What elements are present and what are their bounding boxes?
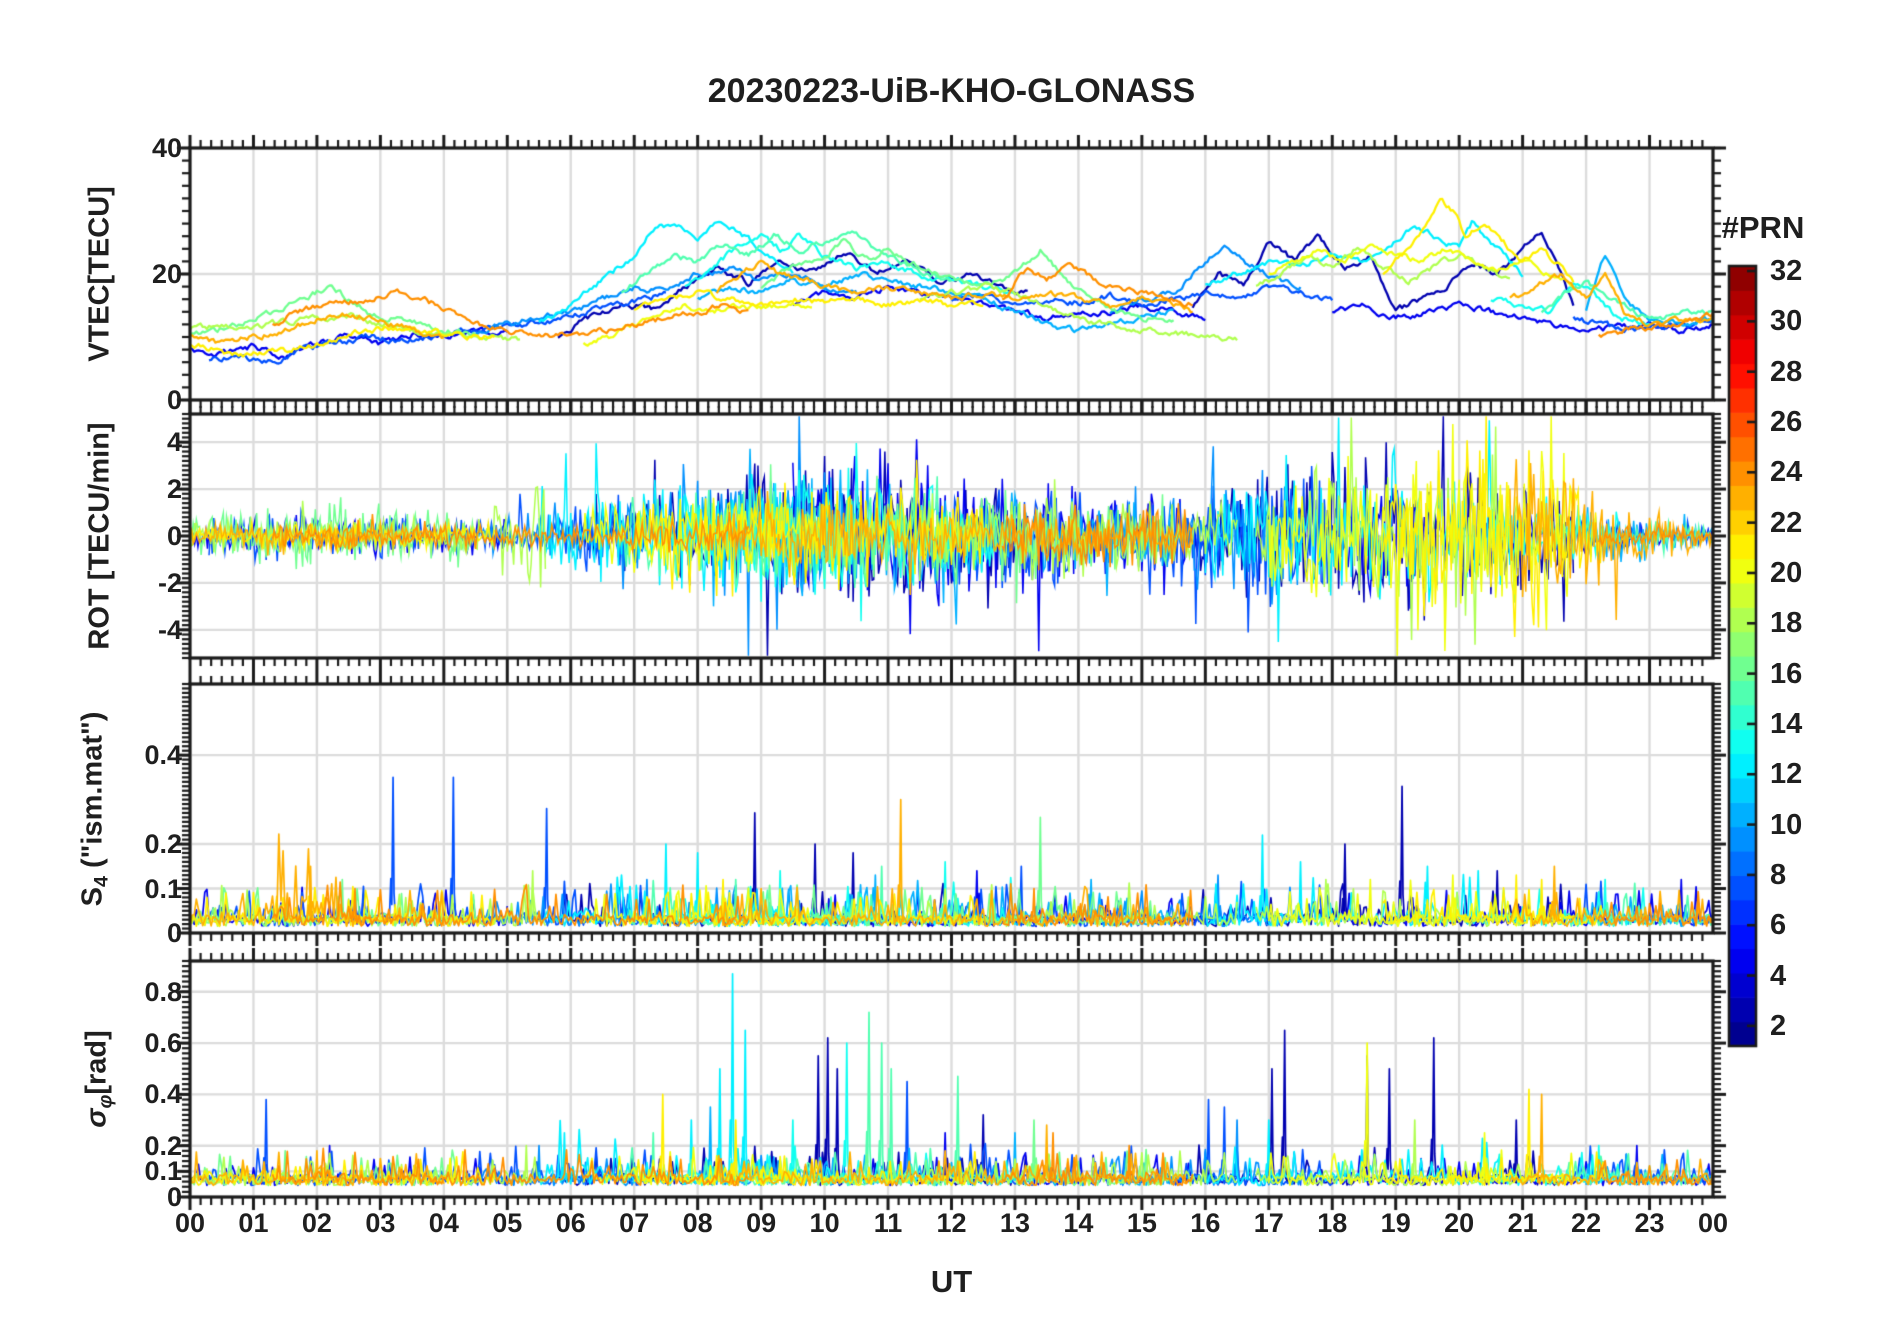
- x-tick-label: 01: [238, 1208, 269, 1238]
- colorbar-tick-label: 14: [1770, 707, 1803, 740]
- x-tick-label: 12: [936, 1208, 967, 1238]
- y-tick-label: 0.4: [144, 1079, 182, 1110]
- x-tick-label: 05: [492, 1208, 523, 1238]
- y-tick-label: 0.1: [144, 873, 182, 904]
- x-tick-label: 07: [619, 1208, 650, 1238]
- x-tick-label: 17: [1253, 1208, 1284, 1238]
- colorbar-tick-label: 28: [1770, 355, 1803, 388]
- x-tick-label: 18: [1317, 1208, 1348, 1238]
- x-tick-label: 00: [1697, 1208, 1729, 1238]
- colorbar-tick-label: 8: [1770, 858, 1787, 891]
- colorbar-tick-label: 32: [1770, 255, 1803, 288]
- figure-root: 20230223-UiB-KHO-GLONASS VTEC[TECU] ROT […: [0, 0, 1902, 1330]
- colorbar-tick-label: 16: [1770, 657, 1803, 690]
- x-tick-label: 10: [809, 1208, 840, 1238]
- x-tick-label: 02: [301, 1208, 332, 1238]
- x-tick-label: 19: [1380, 1208, 1411, 1238]
- colorbar-tick-label: 12: [1770, 758, 1803, 791]
- x-tick-label: 06: [555, 1208, 586, 1238]
- y-tick-label: -4: [157, 614, 182, 645]
- x-tick-label: 15: [1126, 1208, 1157, 1238]
- chart-title: 20230223-UiB-KHO-GLONASS: [707, 72, 1196, 110]
- y-tick-label: 0: [166, 521, 182, 551]
- x-tick-label: 03: [365, 1208, 396, 1238]
- x-tick-label: 22: [1571, 1208, 1602, 1238]
- x-tick-label: 09: [746, 1208, 777, 1238]
- y-tick-label: 0.2: [144, 1130, 182, 1161]
- colorbar-tick-label: 10: [1770, 808, 1803, 841]
- y-tick-label: 0.8: [144, 976, 182, 1007]
- x-tick-label: 04: [428, 1208, 459, 1238]
- x-tick-label: 16: [1190, 1208, 1221, 1238]
- colorbar-tick-label: 22: [1770, 506, 1803, 539]
- colorbar-tick-label: 24: [1770, 456, 1803, 489]
- x-tick-label: 11: [873, 1208, 903, 1238]
- colorbar-tick-label: 6: [1770, 909, 1787, 942]
- x-axis-label: UT: [930, 1264, 973, 1299]
- y-tick-label: 40: [151, 133, 182, 163]
- colorbar-title: #PRN: [1721, 210, 1805, 245]
- x-tick-label: 00: [174, 1208, 206, 1238]
- colorbar-tick-label: 26: [1770, 406, 1803, 438]
- x-tick-label: 23: [1634, 1208, 1665, 1238]
- colorbar-tick-label: 20: [1770, 556, 1803, 589]
- chart-canvas: [0, 0, 1902, 1330]
- x-tick-label: 14: [1063, 1208, 1094, 1238]
- x-tick-label: 20: [1444, 1208, 1475, 1238]
- y-tick-label: 0.2: [144, 829, 182, 860]
- y-tick-label: 0.6: [144, 1028, 182, 1059]
- y-tick-label: 0.4: [144, 740, 182, 771]
- colorbar-tick-label: 30: [1770, 305, 1803, 338]
- y-tick-label: -2: [157, 567, 182, 598]
- colorbar-tick-label: 4: [1770, 959, 1787, 992]
- x-tick-label: 21: [1507, 1208, 1538, 1238]
- colorbar-tick-label: 18: [1770, 607, 1803, 640]
- y-tick-label: 20: [151, 259, 182, 289]
- y-tick-label: 4: [166, 427, 182, 458]
- y-tick-label: 0: [166, 385, 182, 415]
- y-tick-label: 0: [166, 918, 182, 948]
- y-tick-label: 2: [166, 474, 182, 505]
- x-tick-label: 13: [999, 1208, 1030, 1238]
- x-tick-label: 08: [682, 1208, 713, 1238]
- colorbar-tick-label: 2: [1770, 1009, 1787, 1042]
